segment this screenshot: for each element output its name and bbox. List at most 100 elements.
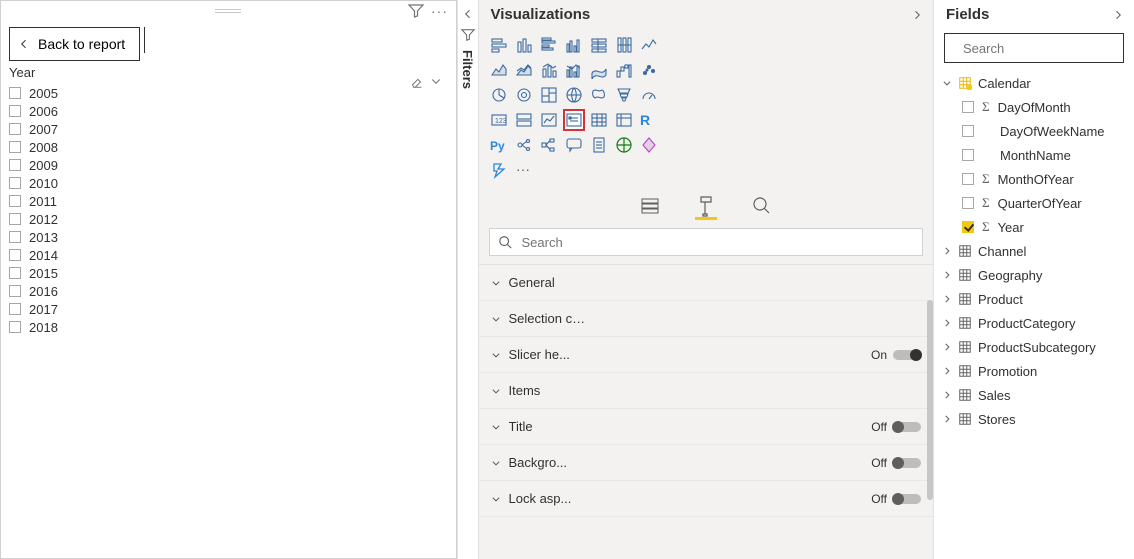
fields-tab-icon[interactable]: [639, 194, 661, 220]
checkbox-icon[interactable]: [9, 105, 21, 117]
toggle[interactable]: Off: [871, 492, 921, 506]
format-search[interactable]: [489, 228, 924, 256]
viz-clustered-bar-icon[interactable]: [539, 35, 559, 55]
viz-stacked-bar-icon[interactable]: [489, 35, 509, 55]
viz-kpi-icon[interactable]: [539, 110, 559, 130]
viz-power-automate-icon[interactable]: [489, 160, 509, 180]
collapse-right-icon[interactable]: [911, 9, 923, 21]
checkbox-icon[interactable]: [9, 87, 21, 99]
viz-matrix-icon[interactable]: [614, 110, 634, 130]
field-row[interactable]: ΣQuarterOfYear: [942, 191, 1128, 215]
slicer-option[interactable]: 2008: [9, 138, 448, 156]
checkbox-icon[interactable]: [9, 285, 21, 297]
viz-pie-icon[interactable]: [489, 85, 509, 105]
checkbox-icon[interactable]: [962, 197, 974, 209]
field-row[interactable]: ΣMonthOfYear: [942, 167, 1128, 191]
checkbox-icon[interactable]: [962, 173, 974, 185]
viz-power-apps-icon[interactable]: [639, 135, 659, 155]
toggle[interactable]: Off: [871, 456, 921, 470]
table-row[interactable]: Stores: [942, 407, 1128, 431]
viz-ribbon-icon[interactable]: [589, 60, 609, 80]
viz-area-icon[interactable]: [489, 60, 509, 80]
viz-scatter-icon[interactable]: [639, 60, 659, 80]
viz-card-icon[interactable]: 123: [489, 110, 509, 130]
table-row[interactable]: Calendar: [942, 71, 1128, 95]
viz-line-stacked-column-icon[interactable]: [539, 60, 559, 80]
viz-filled-map-icon[interactable]: [589, 85, 609, 105]
slicer-option[interactable]: 2012: [9, 210, 448, 228]
expand-left-icon[interactable]: [462, 8, 474, 20]
checkbox-icon[interactable]: [9, 213, 21, 225]
fields-search-input[interactable]: [961, 40, 1134, 57]
chevron-right-icon[interactable]: [942, 294, 952, 304]
format-tab-icon[interactable]: [695, 194, 717, 220]
checkbox-icon[interactable]: [9, 231, 21, 243]
viz-py-visual-icon[interactable]: Py: [489, 135, 509, 155]
chevron-right-icon[interactable]: [942, 414, 952, 424]
checkbox-icon[interactable]: [9, 141, 21, 153]
filter-icon[interactable]: [408, 3, 424, 19]
toggle[interactable]: On: [871, 348, 921, 362]
chevron-right-icon[interactable]: [942, 246, 952, 256]
slicer-option[interactable]: 2010: [9, 174, 448, 192]
viz-waterfall-icon[interactable]: [614, 60, 634, 80]
slicer-option[interactable]: 2009: [9, 156, 448, 174]
checkbox-icon[interactable]: [962, 125, 974, 137]
back-to-report-button[interactable]: Back to report: [9, 27, 140, 61]
viz-stacked-column-icon[interactable]: [514, 35, 534, 55]
slicer-option[interactable]: 2005: [9, 84, 448, 102]
checkbox-icon[interactable]: [962, 149, 974, 161]
checkbox-icon[interactable]: [9, 249, 21, 261]
filters-pane-collapsed[interactable]: Filters: [457, 0, 479, 559]
format-section[interactable]: Backgro...Off: [479, 445, 934, 481]
viz-arcgis-icon[interactable]: [614, 135, 634, 155]
viz-qa-visual-icon[interactable]: [564, 135, 584, 155]
viz-line-icon[interactable]: [639, 35, 659, 55]
viz-stacked-bar-100-icon[interactable]: [589, 35, 609, 55]
toggle[interactable]: Off: [871, 420, 921, 434]
chevron-right-icon[interactable]: [942, 270, 952, 280]
checkbox-icon[interactable]: [962, 221, 974, 233]
field-row[interactable]: ΣDayOfMonth: [942, 95, 1128, 119]
viz-r-visual-icon[interactable]: R: [639, 110, 659, 130]
table-row[interactable]: ProductSubcategory: [942, 335, 1128, 359]
slicer-option[interactable]: 2011: [9, 192, 448, 210]
viz-donut-icon[interactable]: [514, 85, 534, 105]
viz-funnel-icon[interactable]: [614, 85, 634, 105]
slicer-option[interactable]: 2007: [9, 120, 448, 138]
viz-treemap-icon[interactable]: [539, 85, 559, 105]
slicer-option[interactable]: 2018: [9, 318, 448, 336]
viz-decomposition-icon[interactable]: [539, 135, 559, 155]
format-section[interactable]: General: [479, 265, 934, 301]
viz-stacked-column-100-icon[interactable]: [614, 35, 634, 55]
collapse-right-icon[interactable]: [1112, 9, 1124, 21]
checkbox-icon[interactable]: [9, 321, 21, 333]
viz-paginated-icon[interactable]: [589, 135, 609, 155]
checkbox-icon[interactable]: [9, 159, 21, 171]
slicer-option[interactable]: 2017: [9, 300, 448, 318]
format-section[interactable]: TitleOff: [479, 409, 934, 445]
slicer-option[interactable]: 2015: [9, 264, 448, 282]
chevron-right-icon[interactable]: [942, 366, 952, 376]
chevron-down-icon[interactable]: [942, 78, 952, 88]
checkbox-icon[interactable]: [9, 123, 21, 135]
format-section[interactable]: Slicer he...On: [479, 337, 934, 373]
checkbox-icon[interactable]: [9, 303, 21, 315]
viz-clustered-column-icon[interactable]: [564, 35, 584, 55]
chevron-right-icon[interactable]: [942, 318, 952, 328]
checkbox-icon[interactable]: [9, 177, 21, 189]
drag-handle-icon[interactable]: [215, 9, 241, 13]
field-row[interactable]: DayOfWeekName: [942, 119, 1128, 143]
checkbox-icon[interactable]: [9, 195, 21, 207]
format-search-input[interactable]: [520, 234, 915, 251]
more-options-icon[interactable]: ···: [432, 3, 448, 19]
viz-slicer-visual-icon[interactable]: [564, 110, 584, 130]
analytics-tab-icon[interactable]: [751, 194, 773, 220]
field-row[interactable]: ΣYear: [942, 215, 1128, 239]
chevron-right-icon[interactable]: [942, 390, 952, 400]
field-row[interactable]: MonthName: [942, 143, 1128, 167]
table-row[interactable]: Geography: [942, 263, 1128, 287]
format-section[interactable]: Lock asp...Off: [479, 481, 934, 517]
table-row[interactable]: Channel: [942, 239, 1128, 263]
viz-line-clustered-column-icon[interactable]: [564, 60, 584, 80]
